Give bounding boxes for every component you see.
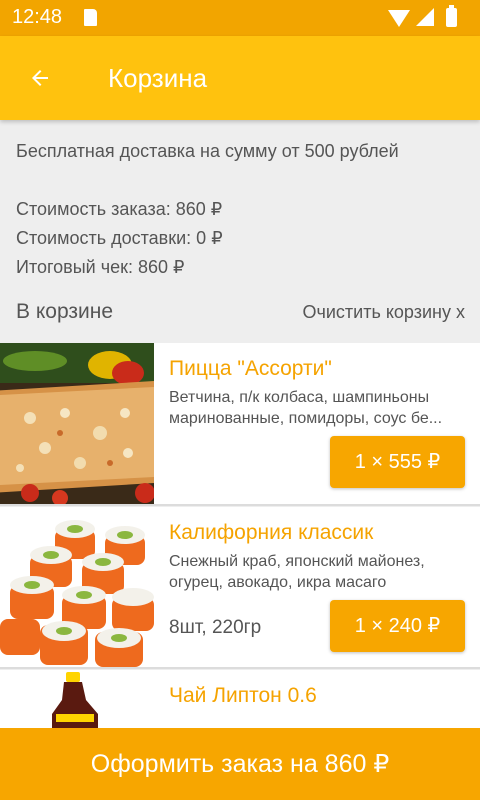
cart-heading: В корзине [16,300,114,323]
sd-card-icon [84,9,97,26]
signal-icon [416,8,434,26]
back-button[interactable] [16,54,64,102]
product-description: Снежный краб, японский майонез, огурец, … [169,553,425,591]
sushi-roll-image [0,507,154,667]
product-name: Калифорния классик [169,521,374,544]
battery-icon [446,5,457,27]
pizza-image [0,343,154,504]
clear-cart-button[interactable]: Очистить корзину x [302,302,465,323]
product-name: Чай Липтон 0.6 [169,684,317,707]
quantity-price-button[interactable]: 1 × 240 ₽ [330,600,465,652]
status-icons [388,5,468,28]
wifi-icon [388,10,410,27]
quantity-price-button[interactable]: 1 × 555 ₽ [330,436,465,488]
status-time: 12:48 [12,6,63,28]
checkout-button[interactable]: Оформить заказ на 860 ₽ [0,728,480,800]
delivery-cost: Стоимость доставки: 0 ₽ [16,228,223,248]
product-description: Ветчина, п/к колбаса, шампиньоны маринов… [169,389,443,427]
app-bar: Корзина [0,36,480,120]
product-weight: 8шт, 220гр [169,617,262,638]
arrow-back-icon [32,70,48,86]
status-bar: 12:48 [0,0,480,36]
order-cost: Стоимость заказа: 860 ₽ [16,199,223,219]
page-title: Корзина [108,63,208,93]
product-name: Пицца "Ассорти" [169,357,332,380]
free-delivery-note: Бесплатная доставка на сумму от 500 рубл… [16,141,399,161]
cart-item[interactable]: Калифорния классик Снежный краб, японски… [0,507,480,669]
cart-item[interactable]: Пицца "Ассорти" Ветчина, п/к колбаса, ша… [0,343,480,506]
total-cost: Итоговый чек: 860 ₽ [16,257,185,277]
